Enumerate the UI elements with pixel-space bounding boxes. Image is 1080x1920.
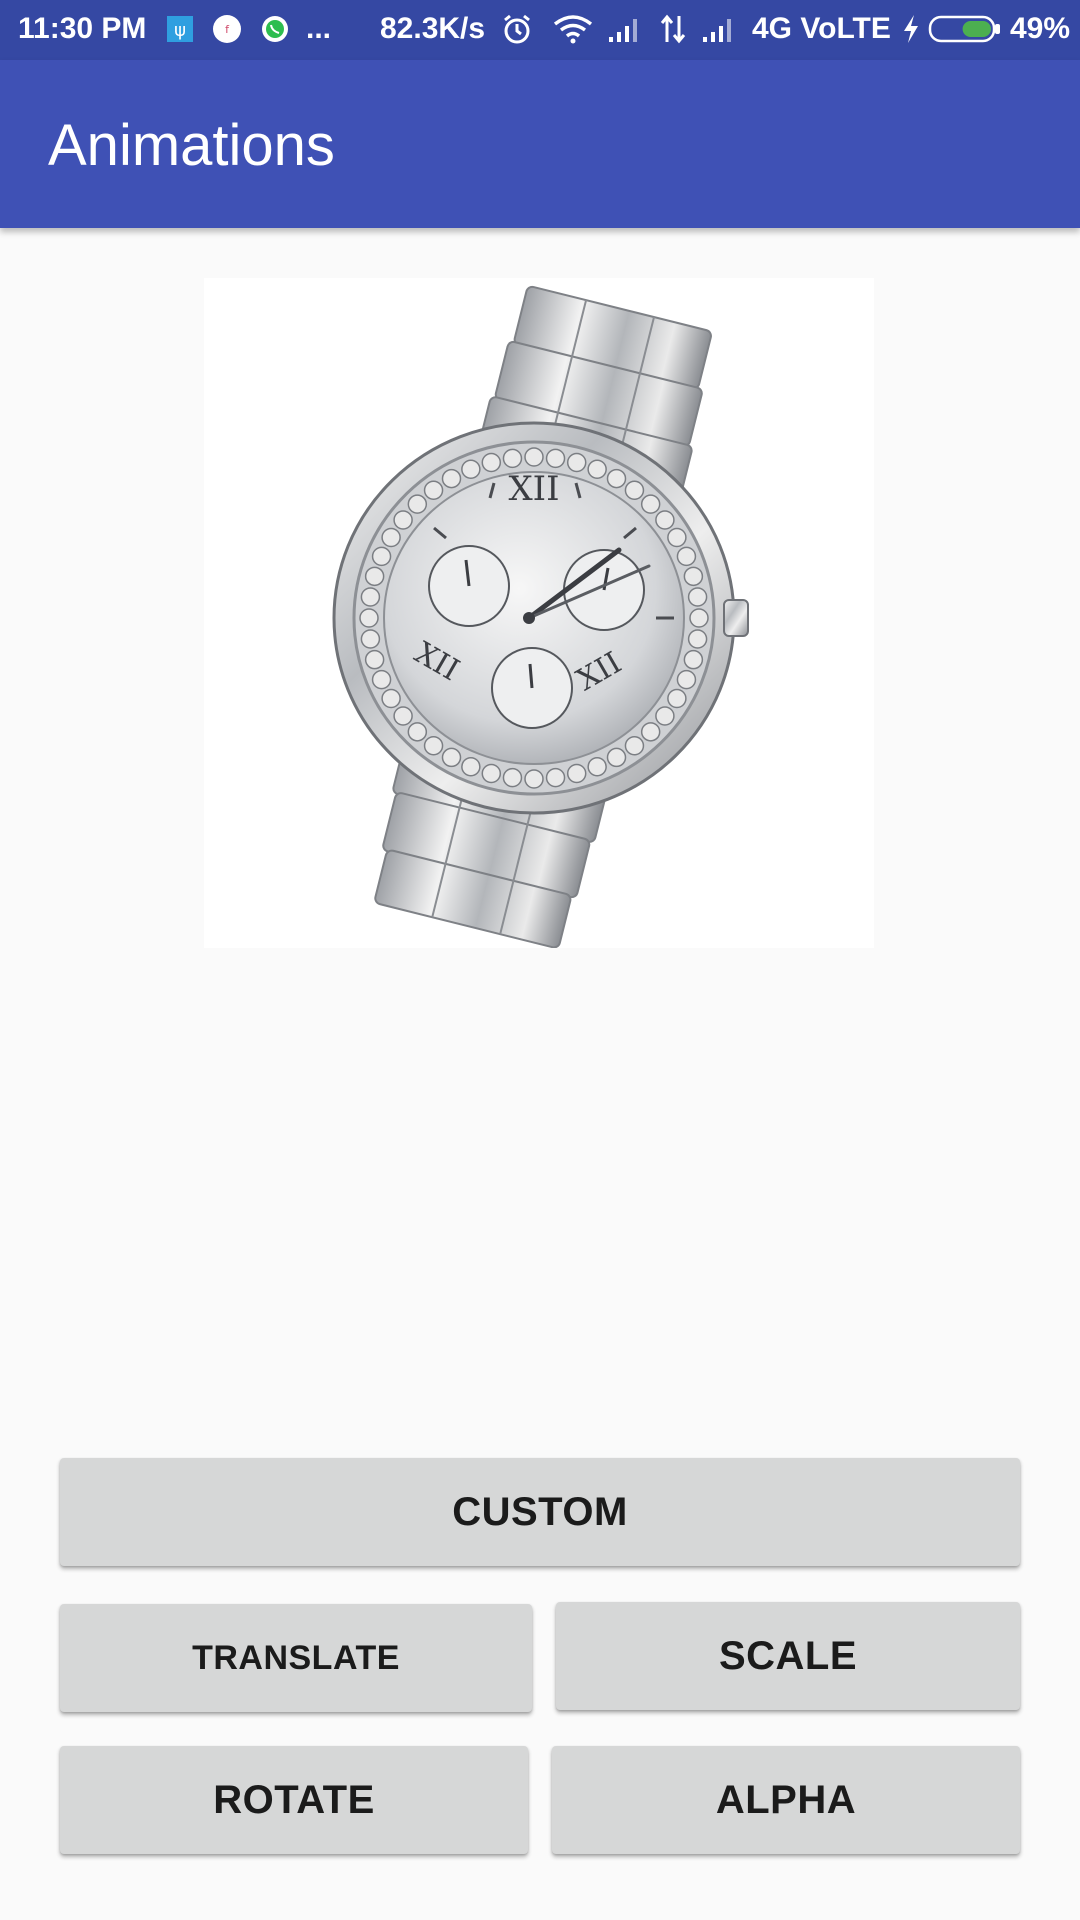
facebook-notification-icon: f — [212, 13, 242, 45]
status-bar: 11:30 PM ψ f ... 82.3K/s 4G VoLTE 49% — [0, 0, 1080, 60]
charging-icon — [900, 13, 922, 45]
wristwatch-image: XII XII XII — [204, 278, 874, 949]
status-time: 11:30 PM — [18, 12, 147, 45]
battery-icon — [928, 13, 1002, 45]
network-type: 4G VoLTE — [752, 12, 891, 45]
app-bar: Animations — [0, 60, 1080, 228]
net-speed: 82.3K/s — [380, 12, 486, 45]
app-title: Animations — [48, 113, 335, 178]
more-notifications-indicator: ... — [306, 12, 332, 45]
custom-button[interactable]: CUSTOM — [60, 1458, 1020, 1566]
alarm-icon — [500, 13, 534, 45]
wifi-icon — [552, 13, 594, 45]
scale-button[interactable]: SCALE — [556, 1602, 1020, 1710]
signal-icon — [606, 13, 644, 45]
data-arrows-icon — [658, 13, 688, 45]
translate-button[interactable]: TRANSLATE — [60, 1604, 532, 1712]
svg-text:ψ: ψ — [174, 20, 186, 41]
alpha-button[interactable]: ALPHA — [552, 1746, 1020, 1854]
signal-icon — [700, 13, 738, 45]
usb-icon: ψ — [166, 13, 194, 45]
whatsapp-icon — [260, 13, 290, 45]
svg-text:XII: XII — [508, 469, 559, 509]
rotate-button[interactable]: ROTATE — [60, 1746, 528, 1854]
battery-percent: 49% — [1010, 12, 1071, 45]
